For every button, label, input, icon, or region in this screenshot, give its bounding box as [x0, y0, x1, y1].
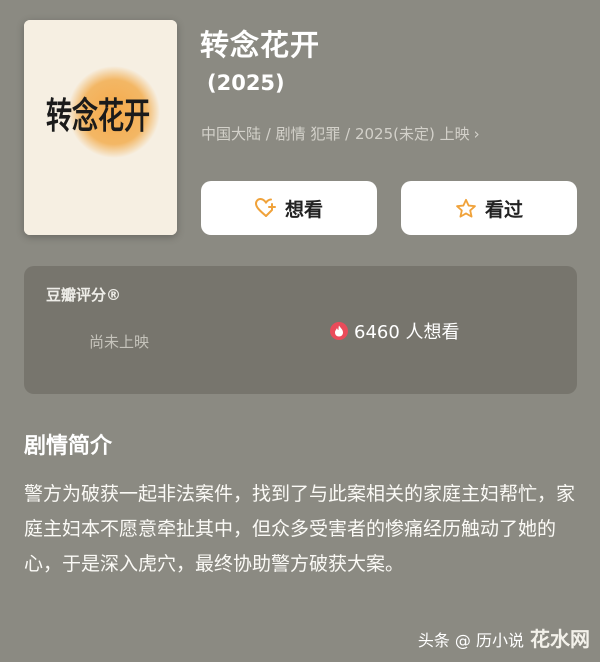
movie-title: 转念花开 — [200, 28, 321, 62]
watermark-source: 头条 @ 历小说 — [417, 631, 524, 650]
poster-art: 转念花开 — [24, 20, 177, 235]
movie-year: (2025) — [207, 71, 285, 95]
movie-poster[interactable]: 转念花开 — [24, 20, 177, 235]
want-to-watch-button[interactable]: 想看 — [201, 181, 377, 235]
watched-button[interactable]: 看过 — [401, 181, 577, 235]
watermark: 头条 @ 历小说 花水网 — [418, 623, 590, 652]
rating-card: 豆瓣评分® 尚未上映 6460 人想看 — [24, 266, 577, 394]
poster-calligraphy-line1: 转念花开 — [46, 95, 150, 137]
want-count-text: 6460 人想看 — [354, 322, 460, 343]
heart-plus-icon — [254, 198, 276, 217]
movie-meta-text: 中国大陆 / 剧情 犯罪 / 2025(未定) 上映 — [201, 125, 470, 143]
watched-label: 看过 — [484, 198, 523, 221]
want-count[interactable]: 6460 人想看 — [330, 318, 460, 344]
movie-meta-link[interactable]: 中国大陆 / 剧情 犯罪 / 2025(未定) 上映 › — [201, 123, 480, 144]
chevron-right-icon: › — [473, 125, 480, 143]
synopsis-text: 警方为破获一起非法案件，找到了与此案相关的家庭主妇帮忙，家庭主妇本不愿意牵扯其中… — [24, 483, 576, 575]
synopsis-heading: 剧情简介 — [24, 434, 113, 459]
star-icon — [456, 198, 476, 218]
want-to-watch-label: 想看 — [284, 198, 323, 221]
watermark-site: 花水网 — [530, 627, 590, 651]
douban-rating-label: 豆瓣评分® — [46, 286, 122, 304]
flame-icon — [330, 322, 348, 340]
rating-status: 尚未上映 — [89, 333, 150, 351]
